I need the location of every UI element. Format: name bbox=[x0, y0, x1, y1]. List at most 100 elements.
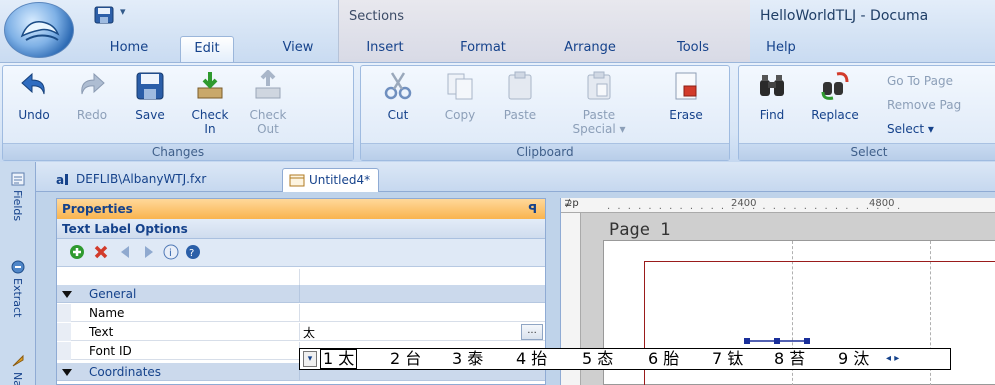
horizontal-ruler: ⊉p . . . . . . . . . . . . . . . . . . .… bbox=[561, 198, 995, 213]
changes-group-label: Changes bbox=[3, 143, 353, 160]
clipboard-group: Cut Copy Paste Paste Special ▾ Erase Cli… bbox=[360, 65, 730, 161]
redo-button[interactable]: Redo bbox=[67, 70, 117, 142]
doc-tab-albanywtj[interactable]: a DEFLIB\AlbanyWTJ.fxr bbox=[50, 168, 214, 192]
replace-button[interactable]: Replace bbox=[805, 70, 865, 142]
tab-tools[interactable]: Tools bbox=[664, 36, 722, 62]
erase-icon bbox=[675, 72, 697, 100]
check-in-icon bbox=[197, 72, 223, 99]
help-icon[interactable]: ? bbox=[185, 244, 201, 260]
ruler-corner: ⊉p bbox=[564, 198, 579, 209]
select-group-label: Select bbox=[739, 143, 995, 160]
tab-help[interactable]: Help bbox=[756, 36, 806, 62]
text-value-cell[interactable]: 太 ... bbox=[300, 323, 545, 341]
form-document-icon bbox=[289, 174, 305, 187]
ime-candidate[interactable]: 7 钛 bbox=[712, 349, 743, 369]
category-general[interactable]: General bbox=[57, 285, 545, 303]
go-to-page-button[interactable]: Go To Page bbox=[887, 74, 953, 88]
ime-candidate[interactable]: 6 胎 bbox=[648, 349, 679, 369]
ime-candidate[interactable]: 1 太 bbox=[320, 349, 358, 369]
ime-candidate[interactable]: 9 汰 bbox=[838, 349, 869, 369]
ime-candidate[interactable]: 5 态 bbox=[582, 349, 613, 369]
tab-view[interactable]: View bbox=[268, 36, 328, 62]
replace-icon bbox=[821, 72, 849, 100]
svg-text:?: ? bbox=[189, 248, 194, 259]
collapse-arrow-icon[interactable] bbox=[61, 288, 73, 300]
property-row-name[interactable]: Name bbox=[57, 304, 545, 322]
window-title: HelloWorldTLJ - Documa bbox=[760, 8, 929, 24]
page-title: Page 1 bbox=[609, 220, 671, 240]
cut-button[interactable]: Cut bbox=[373, 70, 423, 142]
add-icon[interactable] bbox=[69, 244, 85, 260]
svg-text:a: a bbox=[56, 173, 64, 187]
pin-icon[interactable]: ꟼ bbox=[528, 199, 537, 219]
info-icon[interactable]: i bbox=[163, 244, 179, 260]
extract-icon bbox=[11, 260, 25, 274]
save-icon bbox=[136, 72, 164, 100]
app-logo-icon bbox=[20, 21, 60, 41]
application-menu-button[interactable] bbox=[4, 2, 74, 58]
doc-tab-untitled4[interactable]: Untitled4* bbox=[282, 168, 380, 192]
tab-edit[interactable]: Edit bbox=[180, 36, 234, 62]
collapse-arrow-icon[interactable] bbox=[61, 366, 73, 378]
title-bar: ▾ Sections HelloWorldTLJ - Documa Home E… bbox=[0, 0, 995, 62]
text-ellipsis-button[interactable]: ... bbox=[521, 324, 543, 340]
next-icon[interactable] bbox=[141, 244, 157, 260]
font-file-icon: a bbox=[56, 173, 68, 187]
check-out-button[interactable]: Check Out bbox=[243, 70, 293, 142]
name-value-cell[interactable] bbox=[300, 304, 545, 322]
properties-title: Properties bbox=[62, 202, 133, 216]
remove-page-button[interactable]: Remove Pag bbox=[887, 98, 961, 112]
ribbon: Undo Redo Save Check In Check Out Change… bbox=[0, 62, 995, 162]
contextual-group-title: Sections bbox=[349, 9, 405, 24]
check-out-icon bbox=[255, 70, 281, 99]
tab-home[interactable]: Home bbox=[98, 36, 160, 62]
ime-page-nav[interactable]: ◂ ▸ bbox=[886, 351, 946, 367]
fields-icon bbox=[11, 172, 25, 186]
paste-special-icon bbox=[587, 71, 611, 100]
redo-icon bbox=[81, 72, 105, 95]
undo-icon bbox=[21, 72, 45, 95]
paste-icon bbox=[508, 71, 532, 100]
save-button[interactable]: Save bbox=[125, 70, 175, 142]
ruler-mark: 4800 bbox=[869, 198, 895, 209]
side-tab-extract[interactable]: Extract bbox=[3, 258, 33, 328]
find-button[interactable]: Find bbox=[747, 70, 797, 142]
svg-text:i: i bbox=[169, 248, 172, 259]
quick-save-icon[interactable] bbox=[94, 6, 114, 24]
changes-group: Undo Redo Save Check In Check Out Change… bbox=[2, 65, 354, 161]
ime-candidate[interactable]: 8 苔 bbox=[774, 349, 805, 369]
ime-candidate[interactable]: 3 泰 bbox=[452, 349, 483, 369]
copy-icon bbox=[447, 73, 473, 100]
side-tab-name[interactable]: Na bbox=[3, 352, 33, 385]
ruler-mark: 2400 bbox=[731, 198, 757, 209]
previous-icon[interactable] bbox=[117, 244, 133, 260]
side-panel-strip: Fields Extract Na bbox=[0, 162, 36, 385]
side-tab-fields[interactable]: Fields bbox=[3, 170, 33, 230]
tab-arrange[interactable]: Arrange bbox=[549, 36, 631, 62]
clipboard-group-label: Clipboard bbox=[361, 143, 729, 160]
scissors-icon bbox=[384, 72, 412, 100]
erase-button[interactable]: Erase bbox=[661, 70, 711, 142]
delete-icon[interactable] bbox=[93, 244, 109, 260]
properties-header: Properties ꟼ bbox=[57, 199, 545, 219]
binoculars-icon bbox=[760, 75, 784, 96]
customize-toolbar-icon[interactable]: ▾ bbox=[120, 5, 126, 18]
undo-button[interactable]: Undo bbox=[9, 70, 59, 142]
select-group: Find Replace Go To Page Remove Pag Selec… bbox=[738, 65, 995, 161]
ime-dropdown-icon[interactable]: ▾ bbox=[303, 351, 317, 367]
name-panel-icon bbox=[12, 354, 24, 367]
ime-candidate-bar: ▾ 1 太 2 台 3 泰 4 抬 5 态 6 胎 7 钛 8 苔 9 汰 ◂ … bbox=[299, 348, 951, 370]
properties-toolbar: i ? bbox=[57, 239, 545, 267]
check-in-button[interactable]: Check In bbox=[185, 70, 235, 142]
quick-access-toolbar: ▾ bbox=[82, 2, 332, 28]
document-tab-strip: a DEFLIB\AlbanyWTJ.fxr Untitled4* bbox=[36, 162, 995, 192]
ime-candidate[interactable]: 2 台 bbox=[390, 349, 421, 369]
paste-button[interactable]: Paste bbox=[495, 70, 545, 142]
paste-special-button[interactable]: Paste Special ▾ bbox=[569, 70, 629, 142]
property-row-text[interactable]: Text 太 ... bbox=[57, 323, 545, 341]
tab-insert[interactable]: Insert bbox=[354, 36, 416, 62]
select-menu-button[interactable]: Select ▾ bbox=[887, 122, 934, 136]
tab-format[interactable]: Format bbox=[447, 36, 519, 62]
ime-candidate[interactable]: 4 抬 bbox=[516, 349, 547, 369]
copy-button[interactable]: Copy bbox=[435, 70, 485, 142]
